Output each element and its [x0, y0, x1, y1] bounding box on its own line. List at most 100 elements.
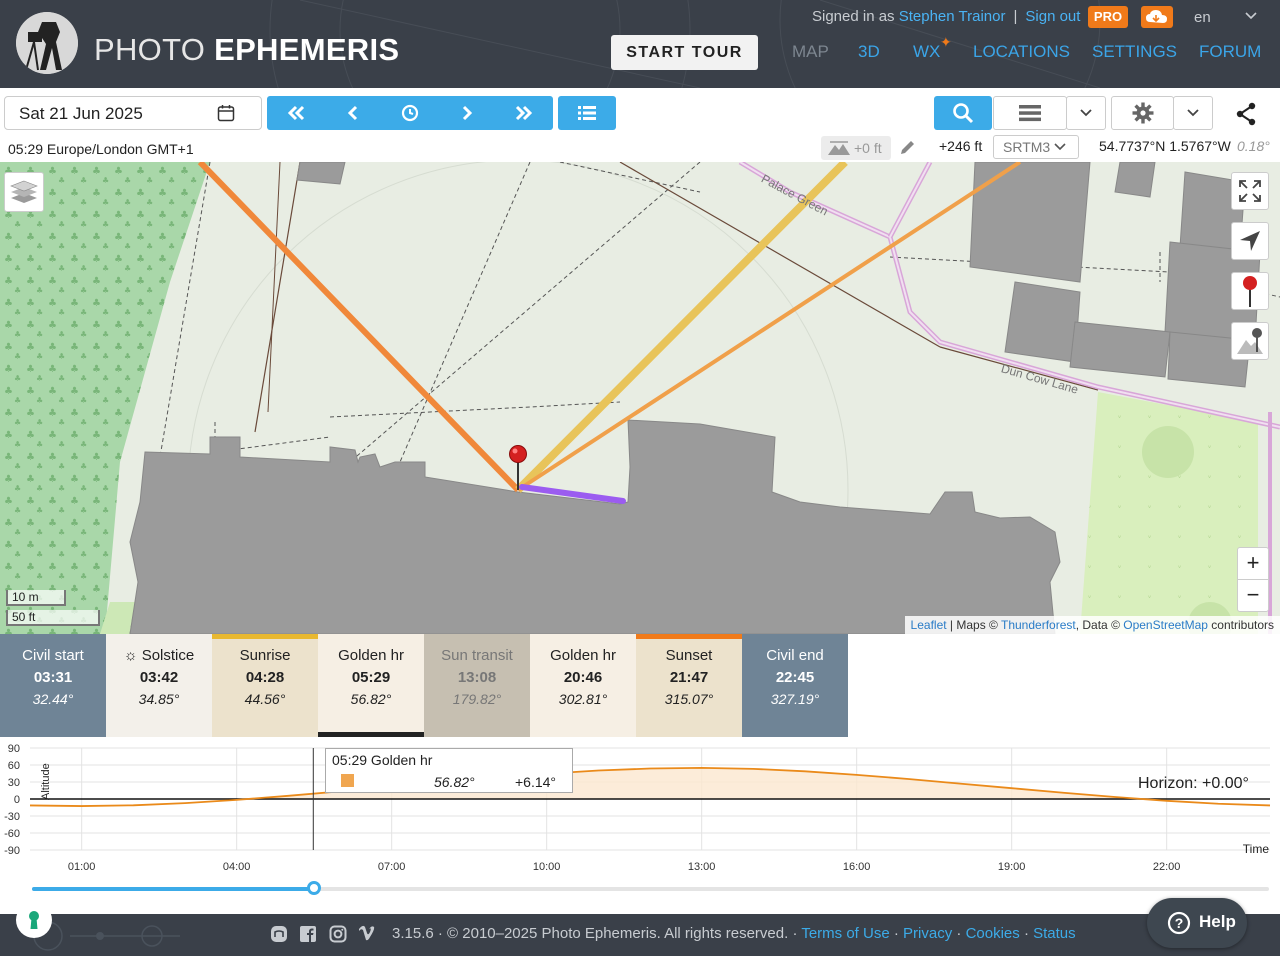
event-tile[interactable]: Golden hr 20:46 302.81° — [530, 634, 636, 737]
zoom-out-button[interactable]: − — [1238, 580, 1268, 611]
help-button[interactable]: ? Help — [1147, 898, 1247, 948]
attribution-text: contributors — [1207, 618, 1274, 632]
app-header: PHOTO EPHEMERIS Signed in as Stephen Tra… — [0, 0, 1280, 88]
timeline-slider-fill — [32, 887, 315, 891]
event-list-button[interactable] — [558, 96, 616, 130]
map-attribution: Leaflet | Maps © Thunderforest, Data © O… — [904, 616, 1280, 634]
nav-locations[interactable]: LOCATIONS — [973, 42, 1070, 62]
language-select[interactable]: en — [1194, 9, 1211, 26]
settings-button[interactable] — [1111, 96, 1174, 130]
zoom-in-button[interactable]: + — [1238, 548, 1268, 580]
location-pin-icon[interactable] — [509, 445, 527, 463]
event-tile[interactable]: Sunrise 04:28 44.56° — [212, 634, 318, 737]
mastodon-icon[interactable] — [270, 925, 288, 943]
y-tick-label: 90 — [8, 743, 20, 755]
event-azimuth: 327.19° — [770, 691, 820, 707]
nav-forum[interactable]: FORUM — [1199, 42, 1261, 62]
red-pin-icon — [1243, 276, 1257, 307]
share-button[interactable] — [1232, 100, 1260, 128]
cookies-link[interactable]: Cookies — [966, 925, 1020, 942]
horizon-offset-control[interactable]: +0 ft — [821, 136, 891, 160]
event-azimuth: 56.82° — [350, 691, 392, 707]
footer: 3.15.6 · © 2010–2025 Photo Ephemeris. Al… — [0, 914, 1280, 956]
forward-day-button[interactable] — [495, 96, 552, 130]
step-back-button[interactable] — [324, 96, 381, 130]
secondary-pin-button[interactable] — [1231, 322, 1269, 360]
elevation-source-select[interactable]: SRTM3 — [993, 135, 1079, 159]
status-link[interactable]: Status — [1033, 925, 1076, 942]
list-icon — [578, 106, 596, 120]
nav-settings[interactable]: SETTINGS — [1092, 42, 1177, 62]
user-name-link[interactable]: Stephen Trainor — [899, 8, 1006, 25]
now-button[interactable] — [381, 96, 438, 130]
event-time: 03:42 — [139, 669, 179, 686]
date-picker[interactable]: Sat 21 Jun 2025 — [4, 96, 262, 130]
facebook-icon[interactable] — [299, 925, 317, 943]
map-view[interactable]: ♣ ♣ ᵥ — [0, 162, 1280, 634]
instagram-icon[interactable] — [329, 925, 347, 943]
keyhole-icon — [29, 911, 39, 929]
zoom-control: + − — [1237, 547, 1269, 612]
event-label: Golden hr — [550, 647, 616, 664]
footer-text: 3.15.6 · © 2010–2025 Photo Ephemeris. Al… — [392, 925, 1076, 942]
layers-dropdown-button[interactable] — [1066, 96, 1106, 130]
calendar-icon[interactable] — [217, 104, 235, 122]
logo-icon[interactable] — [16, 12, 78, 74]
tooltip-title: 05:29 Golden hr — [332, 752, 433, 768]
locate-me-button[interactable] — [1231, 222, 1269, 260]
chevron-down-icon — [1187, 109, 1199, 117]
timeline-slider-track[interactable] — [32, 887, 1269, 891]
layers-menu-button[interactable] — [993, 96, 1067, 130]
altitude-chart[interactable]: 90 60 30 0 -30 -60 -90 01:00 04:00 07:00 10:00 13:0… — [0, 740, 1280, 880]
event-tile[interactable]: Civil end 22:45 327.19° — [742, 634, 848, 737]
rewind-day-button[interactable] — [267, 96, 324, 130]
drop-pin-button[interactable] — [1231, 272, 1269, 310]
event-tile[interactable]: Sun transit 13:08 179.82° — [424, 634, 530, 737]
nav-map[interactable]: MAP — [792, 42, 829, 62]
x-tick-label: 04:00 — [223, 861, 251, 873]
chevron-down-icon[interactable] — [1244, 8, 1258, 25]
elevation-value: +246 ft — [939, 138, 983, 154]
sign-out-link[interactable]: Sign out — [1025, 8, 1080, 25]
navigation-arrow-icon — [1240, 231, 1260, 251]
event-azimuth: 302.81° — [558, 691, 608, 707]
search-button[interactable] — [934, 96, 992, 130]
pro-badge[interactable]: PRO — [1088, 6, 1128, 28]
step-forward-button[interactable] — [438, 96, 495, 130]
layer-switcher-button[interactable] — [4, 172, 44, 212]
x-tick-label: 07:00 — [378, 861, 406, 873]
event-tile[interactable]: ☼ Solstice 03:42 34.85° — [106, 634, 212, 737]
horizon-label: Horizon: +0.00° — [1138, 775, 1249, 792]
cloud-sync-icon[interactable] — [1141, 6, 1173, 28]
horizon-offset-value: +0 ft — [854, 140, 882, 156]
event-tile[interactable]: Civil start 03:31 32.44° — [0, 634, 106, 737]
tooltip-azimuth: 56.82° — [434, 774, 475, 790]
edit-pencil-icon[interactable] — [898, 139, 916, 162]
selected-event-indicator — [318, 732, 424, 737]
fullscreen-button[interactable] — [1231, 172, 1269, 210]
settings-dropdown-button[interactable] — [1173, 96, 1213, 130]
x-tick-label: 10:00 — [533, 861, 561, 873]
openstreetmap-link[interactable]: OpenStreetMap — [1123, 618, 1208, 632]
nav-3d[interactable]: 3D — [858, 42, 880, 62]
signed-in-label: Signed in as — [812, 8, 895, 25]
nav-wx[interactable]: WX — [913, 42, 940, 62]
event-tile[interactable]: Golden hr 05:29 56.82° — [318, 634, 424, 737]
chevron-left-icon — [347, 105, 357, 121]
attribution-text: , Data © — [1075, 618, 1124, 632]
terms-link[interactable]: Terms of Use — [801, 925, 889, 942]
feedback-button[interactable] — [16, 902, 52, 938]
slope-value: 0.18° — [1237, 138, 1270, 154]
event-tile[interactable]: Sunset 21:47 315.07° — [636, 634, 742, 737]
event-time: 21:47 — [669, 669, 709, 686]
gear-icon — [1132, 102, 1153, 124]
share-icon — [1236, 102, 1256, 126]
thunderforest-link[interactable]: Thunderforest — [1001, 618, 1076, 632]
footer-decoration — [33, 921, 180, 951]
privacy-link[interactable]: Privacy — [903, 925, 952, 942]
timeline-slider-handle[interactable] — [307, 881, 322, 895]
vimeo-icon[interactable] — [358, 925, 376, 943]
start-tour-button[interactable]: START TOUR — [611, 35, 758, 70]
leaflet-link[interactable]: Leaflet — [911, 618, 947, 632]
event-label: Golden hr — [338, 647, 404, 664]
